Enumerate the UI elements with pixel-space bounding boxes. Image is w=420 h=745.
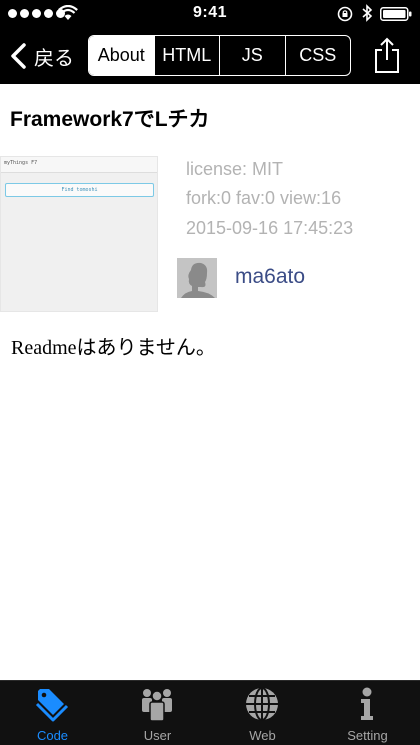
- share-icon[interactable]: [372, 36, 402, 74]
- users-icon: [142, 689, 172, 722]
- globe-icon: [246, 687, 278, 721]
- tab-code-label: Code: [36, 728, 69, 743]
- author-link[interactable]: ma6ato: [235, 265, 305, 289]
- repo-title: Framework7でLチカ: [10, 108, 210, 131]
- readme-text: Readmeはありません。: [11, 337, 216, 359]
- tab-user-label: User: [143, 728, 172, 743]
- segment-js[interactable]: JS: [219, 36, 285, 75]
- chevron-left-icon: [11, 43, 26, 69]
- preview-button: Find tomoshi: [5, 183, 154, 197]
- top-bar: 9:41 戻る About HTML JS CSS: [0, 0, 420, 84]
- info-icon: [361, 687, 373, 720]
- segmented-control: About HTML JS CSS: [88, 35, 351, 76]
- tab-user[interactable]: User: [105, 681, 210, 745]
- date-text: 2015-09-16 17:45:23: [186, 218, 354, 238]
- status-time: 9:41: [192, 4, 228, 21]
- preview-app-bar: myThings F7: [1, 157, 157, 173]
- tags-icon: [35, 689, 69, 722]
- status-bar: 9:41: [0, 0, 420, 28]
- license-text: license: MIT: [186, 159, 284, 179]
- tab-web-label: Web: [249, 728, 276, 743]
- default-user-icon: [177, 258, 217, 298]
- battery-icon: [380, 7, 412, 21]
- avatar[interactable]: [177, 258, 217, 298]
- segment-html[interactable]: HTML: [153, 36, 220, 75]
- preview-app-title: myThings F7: [4, 160, 38, 166]
- stats-text: fork:0 fav:0 view:16: [186, 188, 342, 208]
- segment-css[interactable]: CSS: [284, 36, 351, 75]
- bluetooth-icon: [362, 4, 373, 22]
- rotation-lock-icon: [337, 6, 353, 22]
- tab-setting-label: Setting: [347, 728, 388, 743]
- tab-setting[interactable]: Setting: [315, 681, 420, 745]
- navigation-bar: 戻る About HTML JS CSS: [0, 28, 420, 84]
- tab-code[interactable]: Code: [0, 681, 105, 745]
- back-label: 戻る: [34, 47, 74, 70]
- back-button[interactable]: 戻る: [8, 40, 74, 72]
- segment-about[interactable]: About: [89, 36, 154, 75]
- tab-bar: Code User Web Setting: [0, 680, 420, 745]
- preview-thumbnail[interactable]: myThings F7 Find tomoshi: [0, 156, 158, 312]
- tab-web[interactable]: Web: [210, 681, 315, 745]
